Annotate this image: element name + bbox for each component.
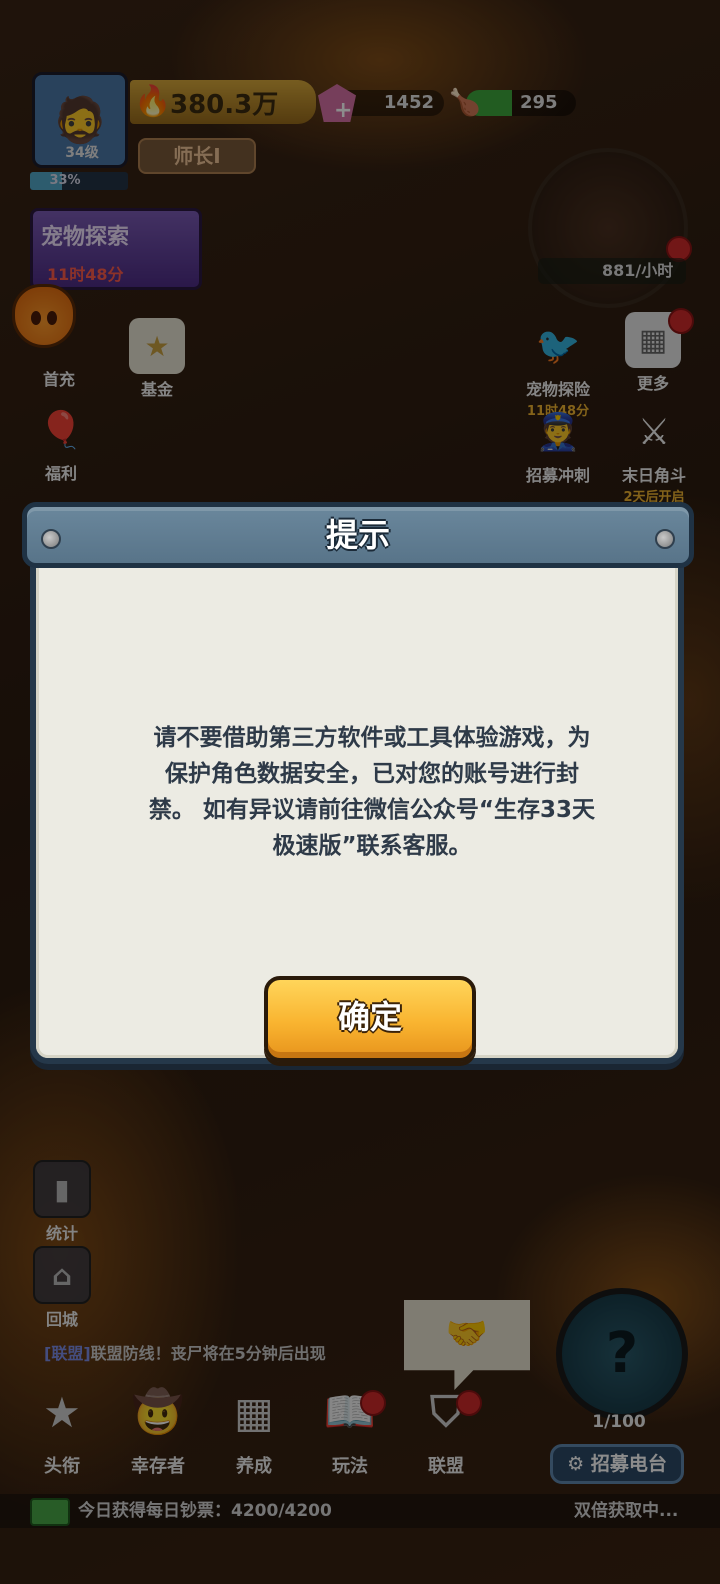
dialog-body: 请不要借助第三方软件或工具体验游戏，为 保护角色数据安全，已对您的账号进行封 禁… <box>30 540 684 1064</box>
dialog-message: 请不要借助第三方软件或工具体验游戏，为 保护角色数据安全，已对您的账号进行封 禁… <box>148 725 596 859</box>
confirm-button[interactable]: 确定 <box>264 976 476 1062</box>
ban-notice-dialog: 请不要借助第三方软件或工具体验游戏，为 保护角色数据安全，已对您的账号进行封 禁… <box>22 500 694 1066</box>
dialog-header: 提示 <box>22 502 694 568</box>
dialog-title: 提示 <box>325 516 390 554</box>
